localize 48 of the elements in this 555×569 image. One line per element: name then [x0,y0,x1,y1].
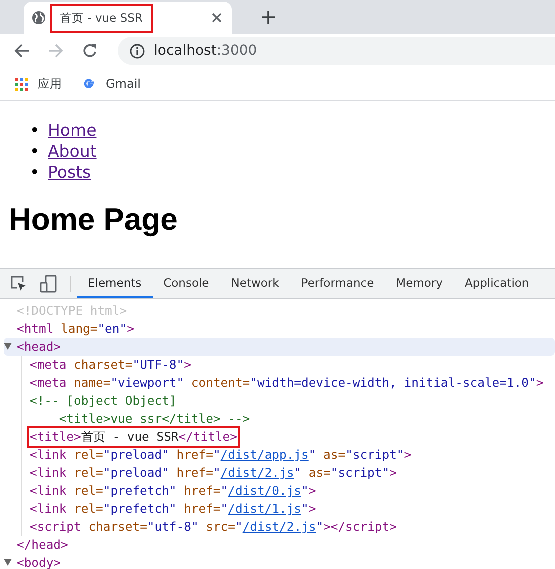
bookmark[interactable]: 应用 [15,76,62,92]
list-bullet: • [30,141,41,162]
devtools-tab[interactable]: Console [152,269,220,298]
nav-link[interactable]: Posts [48,163,92,182]
tab-title: 首页 - vue SSR [50,4,153,32]
url-host: localhost [154,43,217,59]
apps-grid-icon [15,78,28,90]
file-link[interactable]: /dist/1.js [228,502,302,516]
devtools-tab[interactable]: Performance [290,269,386,298]
selected-row[interactable]: <head> [4,338,555,356]
page-heading: Home Page [9,201,179,239]
back-arrow-icon[interactable] [14,43,30,59]
file-link[interactable]: /dist/0.js [228,484,302,498]
code-line: <meta charset="UTF-8"> [29,357,192,374]
file-link[interactable]: /dist/2.js [220,466,294,480]
nav-link[interactable]: About [48,142,97,161]
code-line: <meta name="viewport" content="width=device-width, initial-scale=1.0"> [29,375,545,392]
code-line: <!DOCTYPE html> [16,303,128,320]
device-toggle-icon[interactable] [40,274,58,292]
code-line: <link rel="preload" href="/dist/app.js" as="script"> [29,447,413,464]
browser-tab[interactable]: 首页 - vue SSR [24,2,232,34]
code-line: <link rel="preload" href="/dist/2.js" as="script"> [29,465,398,482]
devtools-tab[interactable]: Application [454,269,540,298]
info-icon [130,44,145,58]
reload-icon[interactable] [82,43,98,59]
devtools-tab[interactable]: Memory [385,269,454,298]
code-line: <link rel="prefetch" href="/dist/0.js"> [29,483,318,500]
list-bullet: • [30,162,41,183]
code-line: <head> [16,339,62,356]
code-line: <link rel="prefetch" href="/dist/1.js"> [29,501,318,518]
list-bullet: • [30,120,41,141]
devtools-tab[interactable]: Network [220,269,290,298]
code-line: <!-- [object Object] <title>vue ssr</title> --> [29,393,252,428]
url-port: :3000 [216,43,258,59]
nav-link[interactable]: Home [48,121,97,140]
bookmark[interactable]: Gmail [82,77,142,91]
code-line: </head> [16,537,70,554]
expand-triangle-icon[interactable] [4,343,12,350]
close-icon[interactable] [212,13,222,23]
code-line: <html lang="en"> [16,321,136,338]
address-bar[interactable]: localhost:3000 [118,37,555,65]
file-link[interactable]: /dist/2.js [242,520,316,534]
expand-triangle-icon[interactable] [4,559,12,566]
code-line: <script charset="utf-8" src="/dist/2.js"></script> [29,519,398,536]
new-tab-icon[interactable] [262,11,275,24]
devtools-tab[interactable]: Elements [77,269,153,298]
inspect-cursor-icon[interactable] [10,274,28,292]
file-link[interactable]: /dist/app.js [220,448,309,462]
